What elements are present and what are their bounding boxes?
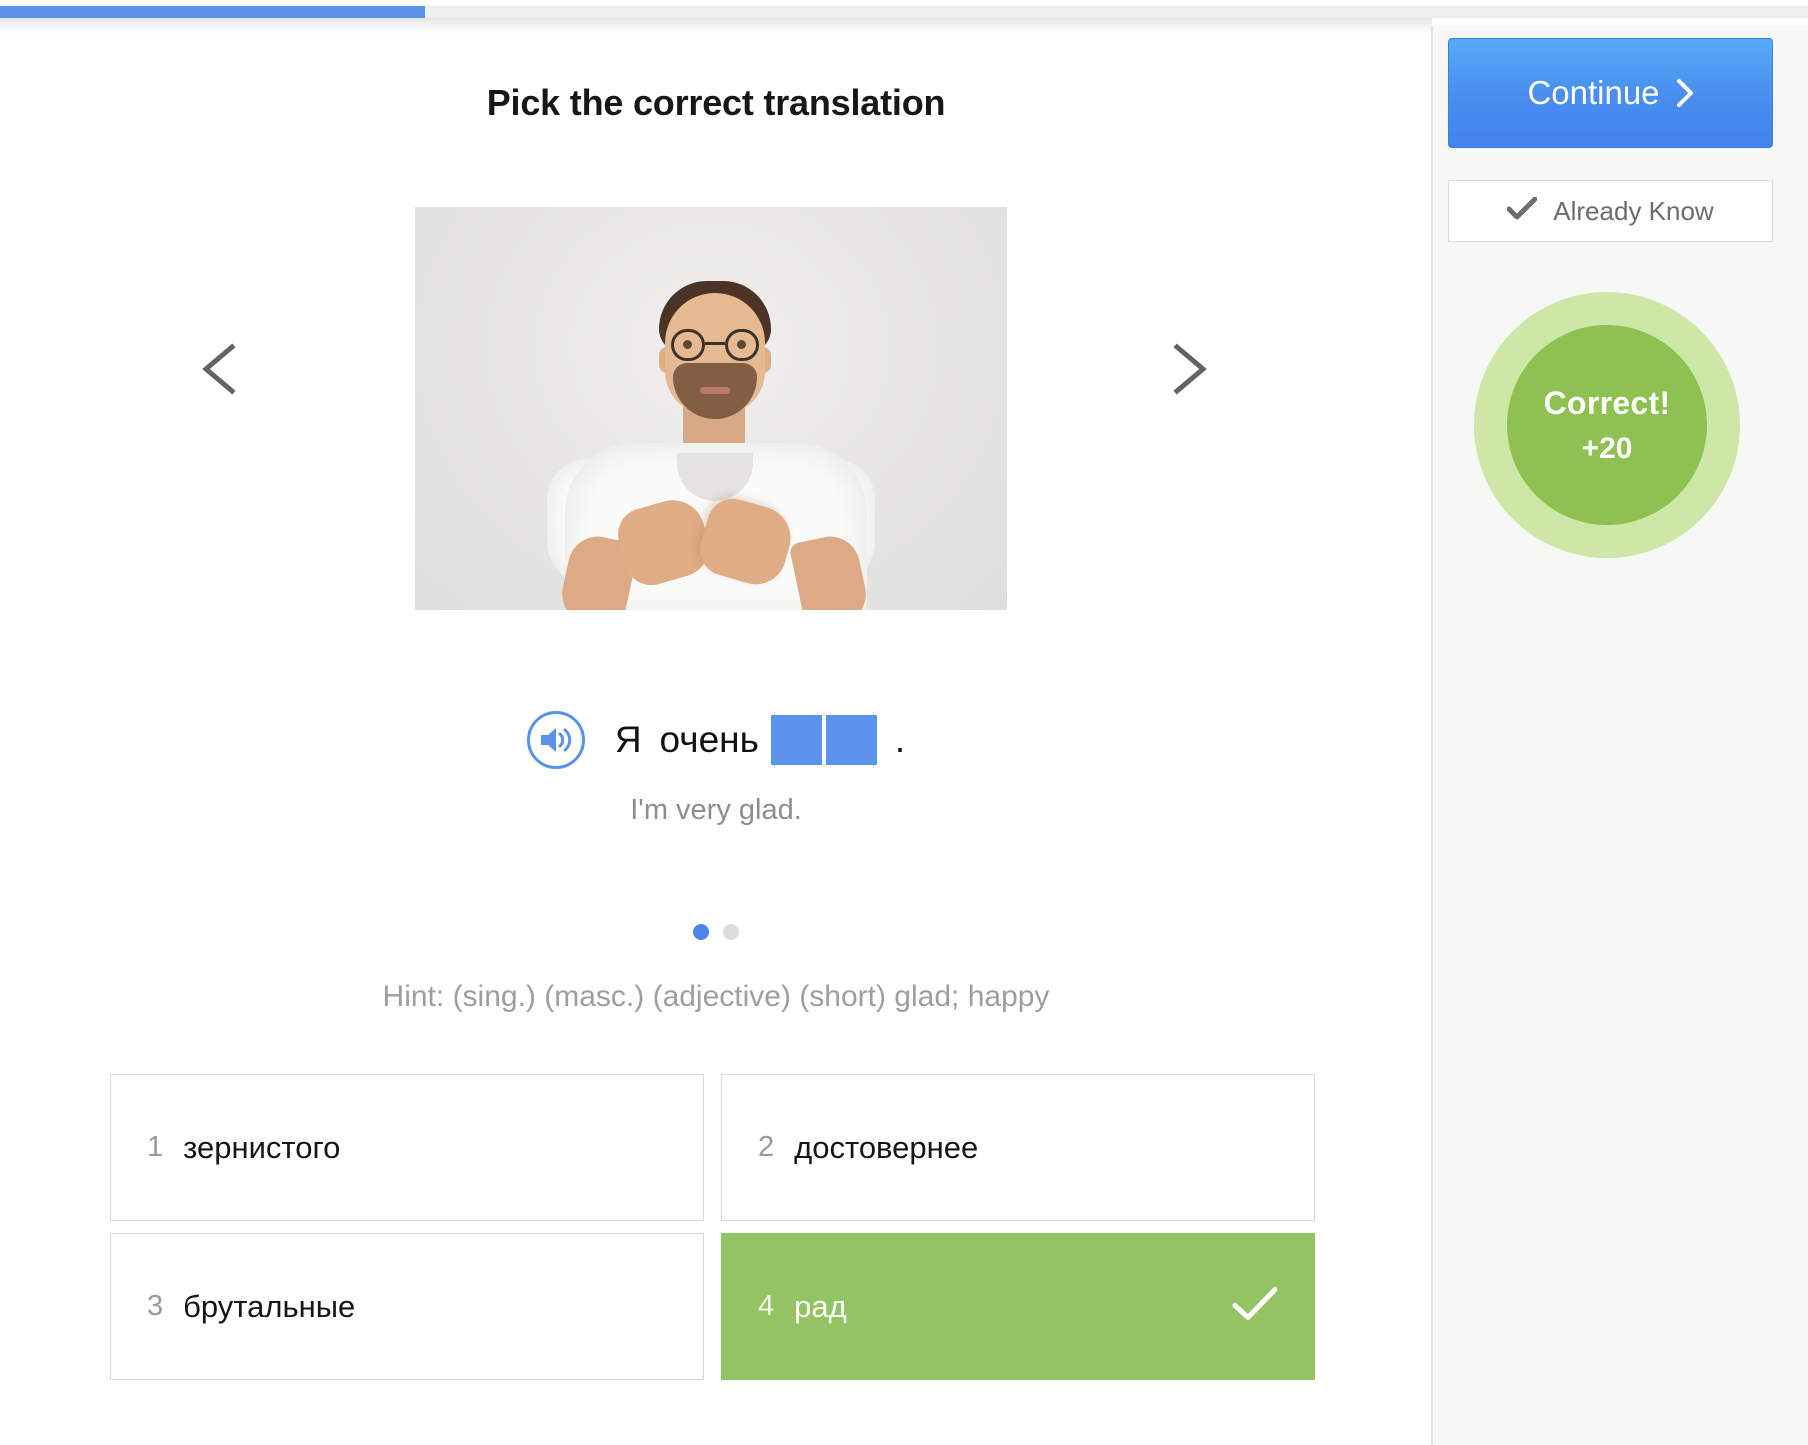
already-know-label: Already Know [1553,195,1714,226]
pager-dot-active[interactable] [693,924,709,940]
answer-option-3[interactable]: 3 брутальные [110,1233,704,1380]
already-know-button[interactable]: Already Know [1448,180,1773,242]
score-badge: Correct! +20 [1507,325,1707,525]
progress-bar-container [0,0,1808,34]
exercise-panel: Pick the correct translation Я очень . I… [0,34,1432,1445]
sentence-translation: I'm very glad. [630,794,802,826]
answer-option-1[interactable]: 1 зернистого [110,1074,704,1221]
carousel-prev-icon[interactable] [190,337,254,401]
blank-slot[interactable] [825,715,877,765]
answer-index: 2 [758,1131,775,1163]
carousel-next-icon[interactable] [1155,337,1219,401]
sentence-word-1: Я [614,719,642,760]
carousel-pager [0,924,1432,940]
header-shadow [0,18,1432,34]
sentence-period: . [894,719,906,760]
answer-label: брутальные [183,1288,356,1324]
sentence-word-2: очень [659,719,759,760]
check-icon [1506,196,1538,226]
answer-label: рад [794,1288,847,1324]
pager-dot-inactive[interactable] [723,924,739,940]
hint-text: Hint: (sing.) (masc.) (adjective) (short… [382,980,1050,1013]
answer-index: 3 [147,1290,164,1322]
continue-button-label: Continue [1527,74,1660,111]
progress-track [0,6,1808,18]
photo-glasses-bridge [705,342,725,345]
score-points: +20 [1581,431,1633,465]
answer-label: зернистого [183,1129,341,1165]
speaker-icon[interactable] [526,711,585,769]
sentence-row: Я очень . [0,708,1432,772]
blank-slot[interactable] [770,715,822,765]
media-carousel [0,172,1432,612]
photo-mouth [700,387,730,394]
progress-fill [0,6,425,18]
answer-option-4[interactable]: 4 рад [721,1233,1315,1380]
chevron-right-icon [1676,78,1694,108]
answer-index: 1 [147,1131,164,1163]
sentence-blanks [770,715,881,765]
check-icon [1232,1286,1278,1327]
photo-eye-left [683,340,692,349]
answer-options-grid: 1 зернистого 2 достовернее 3 брутальные … [110,1074,1315,1380]
answer-index: 4 [758,1290,775,1322]
answer-label: достовернее [794,1129,979,1165]
score-badge-halo: Correct! +20 [1474,292,1740,558]
score-title: Correct! [1543,384,1671,421]
answer-option-2[interactable]: 2 достовернее [721,1074,1315,1221]
continue-button[interactable]: Continue [1448,38,1773,148]
exercise-photo [415,207,1007,610]
page-title: Pick the correct translation [486,82,946,123]
photo-eye-right [737,340,746,349]
